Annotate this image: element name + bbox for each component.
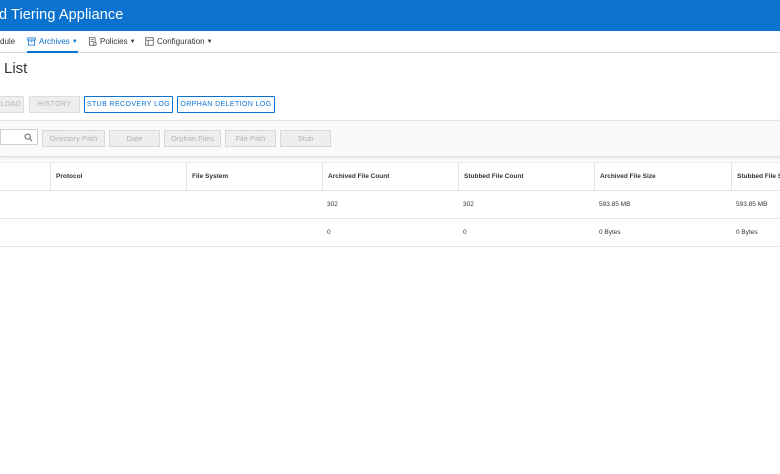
load-button[interactable]: LOAD — [0, 96, 24, 113]
nav-item-label: dule — [0, 37, 16, 46]
cell-file-system — [186, 191, 322, 218]
cell-stubbed-file-size: 593.85 MB — [736, 201, 768, 208]
data-table: Protocol File System Archived File Count… — [0, 162, 780, 247]
app-title: d Tiering Appliance — [0, 7, 124, 23]
history-button[interactable]: HISTORY — [29, 96, 80, 113]
table-row[interactable]: 0 0 0 Bytes 0 Bytes — [0, 219, 780, 247]
filter-chip-orphan-files[interactable]: Orphan Files — [164, 130, 221, 147]
column-header-file-system[interactable]: File System — [186, 163, 322, 190]
nav-item-label: Configuration — [157, 37, 205, 46]
nav-item-label: Archives — [39, 37, 70, 46]
filter-chip-stub[interactable]: Stub — [280, 130, 331, 147]
main-nav: dule Archives ▼ Policies ▼ Configuration… — [0, 31, 780, 53]
stub-recovery-log-button[interactable]: STUB RECOVERY LOG — [84, 96, 173, 113]
filter-chip-file-path[interactable]: File Path — [225, 130, 276, 147]
cell-archived-file-size: 0 Bytes — [599, 229, 621, 236]
column-header-archived-file-size[interactable]: Archived File Size — [594, 163, 731, 190]
configuration-icon — [145, 37, 154, 46]
column-header-protocol[interactable]: Protocol — [50, 163, 186, 190]
filter-bar: Directory Path Date Orphan Files File Pa… — [0, 120, 780, 157]
filter-chip-directory-path[interactable]: Directory Path — [42, 130, 105, 147]
column-header-archived-file-count[interactable]: Archived File Count — [322, 163, 458, 190]
table-row[interactable]: 302 302 593.85 MB 593.85 MB — [0, 191, 780, 219]
cell-stubbed-file-size: 0 Bytes — [736, 229, 758, 236]
nav-item-archives[interactable]: Archives ▼ — [27, 31, 78, 53]
page-title: List — [4, 60, 28, 77]
cell-file-system — [186, 219, 322, 246]
search-input[interactable] — [0, 129, 38, 145]
table-header: Protocol File System Archived File Count… — [0, 162, 780, 191]
cell-stubbed-file-count: 302 — [463, 201, 474, 208]
chevron-down-icon: ▼ — [206, 38, 213, 45]
orphan-deletion-log-button[interactable]: ORPHAN DELETION LOG — [177, 96, 275, 113]
nav-item-label: Policies — [100, 37, 128, 46]
cell-stubbed-file-count: 0 — [463, 229, 467, 236]
policy-document-icon — [88, 37, 97, 46]
filter-chip-date[interactable]: Date — [109, 130, 160, 147]
column-header-stubbed-file-count[interactable]: Stubbed File Count — [458, 163, 594, 190]
chevron-down-icon: ▼ — [71, 38, 78, 45]
chevron-down-icon: ▼ — [129, 38, 136, 45]
nav-item-policies[interactable]: Policies ▼ — [88, 31, 136, 52]
column-header-stubbed-file-size[interactable]: Stubbed File Siz — [731, 163, 780, 190]
nav-item-schedule[interactable]: dule — [0, 31, 15, 52]
cell-protocol — [50, 219, 186, 246]
nav-item-configuration[interactable]: Configuration ▼ — [145, 31, 213, 52]
cell-archived-file-count: 0 — [327, 229, 331, 236]
archive-icon — [27, 37, 36, 46]
cell-protocol — [50, 191, 186, 218]
app-header: d Tiering Appliance — [0, 0, 780, 31]
cell-archived-file-count: 302 — [327, 201, 338, 208]
cell-archived-file-size: 593.85 MB — [599, 201, 631, 208]
search-icon — [24, 133, 33, 142]
